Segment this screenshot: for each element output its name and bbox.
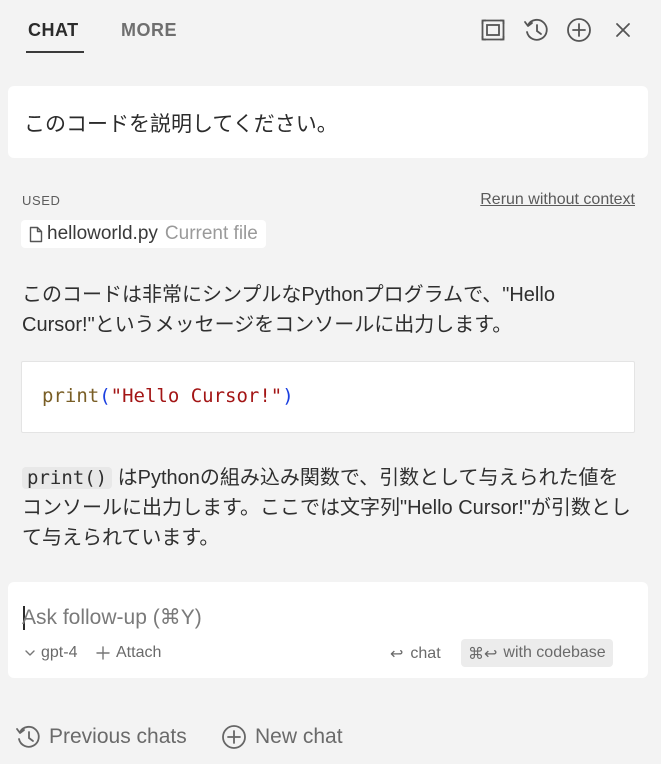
user-message-text: このコードを説明してください。: [24, 113, 338, 136]
submit-with-codebase-button[interactable]: ⌘↩ with codebase: [461, 639, 613, 667]
inline-code: print(): [22, 467, 113, 489]
history-icon[interactable]: [522, 16, 550, 44]
assistant-answer-paragraph-2: print() はPythonの組み込み関数で、引数として与えられた値をコンソー…: [22, 463, 637, 553]
enter-key-icon: ↩: [390, 644, 404, 663]
new-chat-label: New chat: [255, 725, 343, 748]
used-context-label: USED: [22, 193, 61, 208]
file-icon: [29, 226, 43, 242]
history-icon: [16, 725, 40, 748]
attach-label: Attach: [116, 644, 162, 661]
context-file-chip[interactable]: helloworld.py Current file: [21, 220, 266, 248]
code-block: print("Hello Cursor!"): [21, 361, 635, 433]
previous-chats-button[interactable]: Previous chats: [15, 724, 187, 750]
model-name: gpt-4: [41, 644, 78, 661]
answer-paragraph-2-text: はPythonの組み込み関数で、引数として与えられた値をコンソールに出力します。…: [22, 467, 631, 549]
submit-chat-label: chat: [410, 644, 441, 662]
cmd-enter-key-icon: ⌘↩: [468, 643, 498, 663]
maximize-icon[interactable]: [479, 16, 507, 44]
previous-chats-label: Previous chats: [49, 725, 187, 748]
tab-chat[interactable]: CHAT: [28, 20, 79, 41]
code-token-paren-close: ): [282, 385, 294, 407]
assistant-answer-paragraph: このコードは非常にシンプルなPythonプログラムで、"Hello Cursor…: [22, 284, 555, 336]
new-chat-button[interactable]: New chat: [221, 724, 343, 750]
panel-header: CHAT MORE: [0, 0, 661, 62]
add-icon[interactable]: [565, 16, 593, 44]
submit-chat-button[interactable]: ↩ chat: [390, 644, 441, 663]
rerun-without-context-link[interactable]: Rerun without context: [480, 191, 635, 209]
code-token-paren-open: (: [99, 385, 111, 407]
follow-up-input[interactable]: [22, 603, 622, 633]
code-line: print("Hello Cursor!"): [42, 385, 294, 407]
follow-up-composer: gpt-4 Attach ↩ chat ⌘↩ with codebase: [8, 582, 648, 678]
submit-with-codebase-label: with codebase: [503, 644, 606, 661]
user-message: このコードを説明してください。: [8, 86, 648, 158]
chevron-down-icon: [25, 650, 35, 656]
plus-icon: [96, 646, 110, 660]
add-icon: [222, 725, 246, 749]
context-file-name: helloworld.py: [47, 223, 158, 244]
context-file-desc: Current file: [164, 223, 258, 244]
attach-button[interactable]: Attach: [96, 644, 161, 662]
model-select[interactable]: gpt-4: [24, 644, 77, 662]
close-icon[interactable]: [609, 16, 637, 44]
code-token-function: print: [42, 385, 100, 407]
code-token-string: "Hello Cursor!": [110, 385, 283, 407]
chat-panel: CHAT MORE このコードを説明してください。 USED Rerun wit…: [0, 0, 661, 764]
tab-more[interactable]: MORE: [121, 20, 177, 41]
active-tab-indicator: [26, 51, 84, 53]
